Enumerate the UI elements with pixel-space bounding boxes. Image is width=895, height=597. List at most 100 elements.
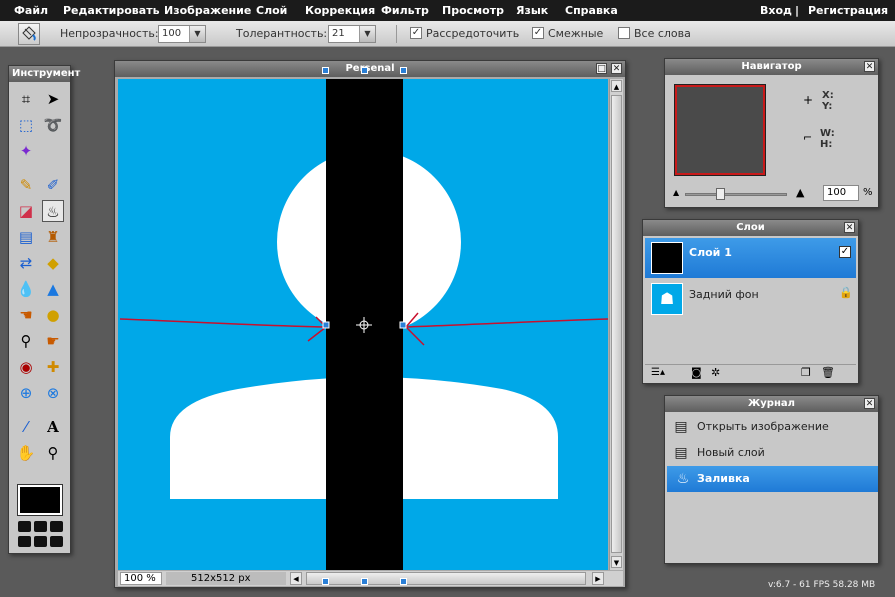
transform-handle-top-right[interactable] [400,67,407,74]
scroll-left-icon[interactable]: ◀ [290,572,302,585]
color-swatch-grid [18,521,64,549]
layer-settings-icon[interactable]: ☰▴ [651,367,665,378]
red-eye-icon[interactable]: ◉ [15,356,37,378]
shape-icon[interactable]: ◆ [42,252,64,274]
transform-handle-top-mid[interactable] [361,67,368,74]
menu-bar: Файл Редактировать Изображение Слой Корр… [0,0,895,21]
brush-icon[interactable]: ✐ [42,174,64,196]
zoom-icon[interactable]: ⚲ [42,442,64,464]
gradient-icon[interactable]: ▤ [15,226,37,248]
swatch-4[interactable] [18,536,31,547]
version-status: v:6.7 - 61 FPS 58.28 MB [768,580,876,590]
zoom-level-field[interactable]: 100 % [120,572,162,585]
vertical-scrollbar[interactable]: ▲ ▼ [609,79,623,570]
transform-handle-top-left[interactable] [322,67,329,74]
color-replace-icon[interactable]: ⇄ [15,252,37,274]
layers-panel: Слои ✕ Слой 1 ✓ ☗ Задний фон 🔒 ☰▴ ◙ ✲ ❐ … [642,219,859,384]
layer-thumbnail: ☗ [651,283,683,315]
delete-layer-icon[interactable]: 🗑 [821,366,835,379]
transform-handle-right[interactable] [399,321,407,329]
history-item-fill[interactable]: ♨ Заливка [667,466,878,492]
scroll-right-icon[interactable]: ▶ [592,572,604,585]
menu-language[interactable]: Язык [516,4,548,17]
layer-mask-icon[interactable]: ◙ [691,366,702,379]
swatch-6[interactable] [50,536,63,547]
swatch-5[interactable] [34,536,47,547]
menu-help[interactable]: Справка [565,4,618,17]
transform-handle-bottom-mid[interactable] [361,578,368,585]
magic-wand-icon[interactable]: ✦ [15,140,37,162]
zoom-unit-label: % [863,187,873,198]
layer-name: Слой 1 [689,246,732,259]
zoom-out-icon[interactable]: ▲ [673,188,679,197]
menu-view[interactable]: Просмотр [442,4,504,17]
hand-icon[interactable]: ✋ [15,442,37,464]
zoom-value-field[interactable]: 100 [823,185,859,201]
contiguous-checkbox[interactable]: ✓ [532,27,544,39]
close-icon[interactable]: ✕ [864,398,875,409]
scroll-up-icon[interactable]: ▲ [611,80,622,92]
swatch-1[interactable] [18,521,31,532]
layer-thumbnail [651,242,683,274]
history-item-open[interactable]: ▤ Открыть изображение [665,414,861,440]
eraser-icon[interactable]: ◪ [15,200,37,222]
text-icon[interactable]: A [42,416,64,438]
burn-icon[interactable]: ⚲ [15,330,37,352]
menu-layer[interactable]: Слой [256,4,287,17]
swatch-2[interactable] [34,521,47,532]
scroll-thumb-vertical[interactable] [611,95,622,553]
menu-file[interactable]: Файл [14,4,48,17]
chevron-down-icon[interactable]: ▼ [189,26,205,42]
navigator-preview[interactable] [674,84,766,176]
menu-edit[interactable]: Редактировать [63,4,160,17]
lasso-icon[interactable]: ➰ [42,114,64,136]
zoom-in-icon[interactable]: ▲ [796,186,804,199]
layer-style-icon[interactable]: ✲ [711,366,720,379]
history-item-new-layer[interactable]: ▤ Новый слой [665,440,861,466]
blur-icon[interactable]: 💧 [15,278,37,300]
all-layers-checkbox[interactable] [618,27,630,39]
maximize-icon[interactable]: □ [596,63,607,74]
new-layer-icon[interactable]: ❐ [801,366,811,379]
register-link[interactable]: Регистрация [808,4,888,17]
image-canvas[interactable] [118,79,608,570]
primary-color-swatch[interactable] [17,484,63,516]
menu-adjustments[interactable]: Коррекция [305,4,375,17]
scroll-thumb-horizontal[interactable] [306,572,586,585]
sharpen-icon[interactable]: ▲ [42,278,64,300]
transform-handle-left[interactable] [322,321,330,329]
sponge-icon[interactable]: ● [42,304,64,326]
close-icon[interactable]: ✕ [611,63,622,74]
move-icon[interactable]: ➤ [42,88,64,110]
layer-row-2[interactable]: ☗ Задний фон 🔒 [645,279,856,319]
antialias-checkbox[interactable]: ✓ [410,27,422,39]
dodge-icon[interactable]: ☛ [42,330,64,352]
bloat-icon[interactable]: ⊕ [15,382,37,404]
transform-handle-bottom-left[interactable] [322,578,329,585]
close-icon[interactable]: ✕ [844,222,855,233]
smudge-icon[interactable]: ☚ [15,304,37,326]
tolerance-select[interactable]: 21 ▼ [328,25,376,43]
swatch-3[interactable] [50,521,63,532]
opacity-select[interactable]: 100 ▼ [158,25,206,43]
crosshair-icon: + [803,93,814,107]
pinch-icon[interactable]: ⊗ [42,382,64,404]
stamp-icon[interactable]: ♜ [42,226,64,248]
paint-bucket-icon[interactable]: ♨ [42,200,64,222]
marquee-icon[interactable]: ⬚ [15,114,37,136]
pencil-icon[interactable]: ✎ [15,174,37,196]
spot-heal-icon[interactable]: ✚ [42,356,64,378]
color-picker-icon[interactable]: ⁄ [15,416,37,438]
zoom-slider-thumb[interactable] [716,188,725,200]
menu-filter[interactable]: Фильтр [381,4,429,17]
chevron-down-icon[interactable]: ▼ [359,26,375,42]
layer-visibility-checkbox[interactable]: ✓ [839,246,851,258]
transform-handle-bottom-right[interactable] [400,578,407,585]
scroll-down-icon[interactable]: ▼ [611,556,622,568]
layer-row-1[interactable]: Слой 1 ✓ [645,238,856,278]
close-icon[interactable]: ✕ [864,61,875,72]
crop-icon[interactable]: ⌗ [15,88,37,110]
zoom-slider[interactable] [685,188,787,200]
menu-image[interactable]: Изображение [164,4,251,17]
login-link[interactable]: Вход [760,4,792,17]
